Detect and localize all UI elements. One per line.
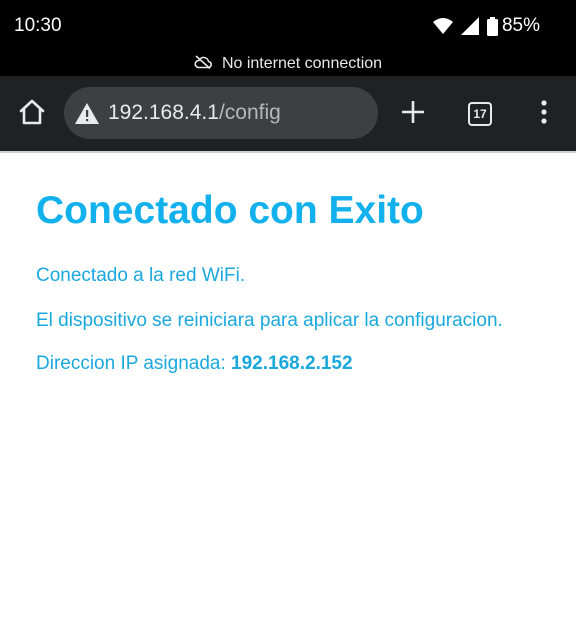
- cloud-off-icon: [194, 54, 212, 74]
- plus-icon: [402, 100, 424, 128]
- browser-toolbar: 192.168.4.1/config 17: [0, 76, 576, 153]
- home-button[interactable]: [12, 94, 52, 134]
- offline-text: No internet connection: [221, 55, 383, 72]
- offline-banner: No internet connection: [0, 52, 576, 76]
- wifi-icon: [432, 18, 453, 34]
- page-heading: Conectado con Exito: [36, 189, 424, 232]
- signal-icon: [460, 17, 479, 35]
- url-path: /config: [218, 101, 281, 124]
- battery-percent: 85%: [501, 15, 540, 36]
- address-bar[interactable]: 192.168.4.1/config: [64, 87, 378, 139]
- assigned-ip-line: Direccion IP asignada: 192.168.2.152: [36, 353, 353, 375]
- battery-icon: [486, 16, 498, 36]
- status-time: 10:30: [14, 15, 62, 36]
- wifi-connected-text: Conectado a la red WiFi.: [36, 265, 246, 286]
- url-text[interactable]: 192.168.4.1/config: [108, 101, 281, 125]
- status-icons: 85%: [432, 15, 540, 37]
- home-icon: [18, 99, 46, 130]
- tab-count: 17: [468, 102, 492, 126]
- status-bar: 10:30 85%: [0, 0, 576, 52]
- ip-value: 192.168.2.152: [231, 353, 353, 374]
- ip-label: Direccion IP asignada:: [36, 353, 232, 374]
- tab-switcher-button[interactable]: 17: [460, 94, 500, 134]
- warning-icon[interactable]: [74, 100, 100, 126]
- new-tab-button[interactable]: [393, 94, 433, 134]
- menu-button[interactable]: [524, 94, 564, 134]
- more-vert-icon: [541, 99, 547, 129]
- restart-notice-text: El dispositivo se reiniciara para aplica…: [36, 310, 503, 331]
- url-host: 192.168.4.1: [108, 101, 219, 124]
